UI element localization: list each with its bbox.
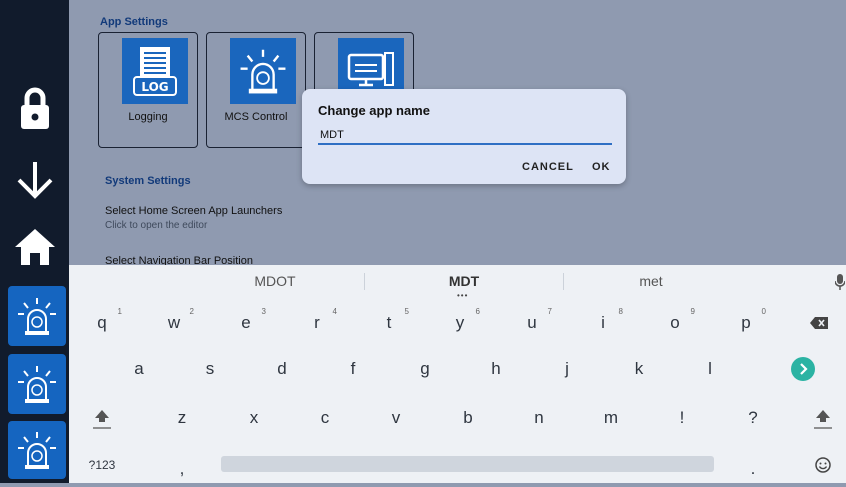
key-hint: 7 bbox=[547, 307, 552, 316]
suggestion-item-selected[interactable]: MDT bbox=[404, 273, 524, 289]
space-bar[interactable] bbox=[221, 456, 714, 472]
key-hint: 8 bbox=[618, 307, 623, 316]
siren-icon[interactable] bbox=[8, 286, 66, 346]
log-icon: LOG bbox=[122, 38, 188, 104]
key-s[interactable]: s bbox=[180, 351, 240, 387]
comma-key[interactable]: , bbox=[152, 451, 212, 487]
key-hint: 4 bbox=[332, 307, 337, 316]
key-x[interactable]: x bbox=[224, 400, 284, 436]
key-hint: 2 bbox=[189, 307, 194, 316]
key-o[interactable]: o9 bbox=[645, 305, 705, 341]
suggestion-divider bbox=[364, 273, 365, 290]
key-hint: 9 bbox=[690, 307, 695, 316]
key-g[interactable]: g bbox=[395, 351, 455, 387]
key-b[interactable]: b bbox=[438, 400, 498, 436]
key-j[interactable]: j bbox=[537, 351, 597, 387]
key-letter: o bbox=[670, 313, 680, 332]
backspace-key[interactable] bbox=[789, 305, 846, 341]
go-arrow-icon bbox=[791, 357, 815, 381]
tile-label: MCS Control bbox=[224, 111, 288, 123]
app-name-input[interactable] bbox=[318, 127, 612, 145]
home-launchers-setting[interactable]: Select Home Screen App Launchers bbox=[105, 205, 282, 217]
key-d[interactable]: d bbox=[252, 351, 312, 387]
key-hint: 5 bbox=[404, 307, 409, 316]
key-y[interactable]: y6 bbox=[430, 305, 490, 341]
key-c[interactable]: c bbox=[295, 400, 355, 436]
key-hint: 6 bbox=[475, 307, 480, 316]
microphone-icon[interactable] bbox=[834, 274, 846, 295]
key-i[interactable]: i8 bbox=[573, 305, 633, 341]
mcs-control-tile[interactable]: MCS Control bbox=[206, 32, 306, 148]
key-letter: r bbox=[314, 313, 320, 332]
lock-icon[interactable] bbox=[0, 84, 69, 134]
symbols-key[interactable]: ?123 bbox=[72, 447, 132, 483]
siren-icon bbox=[230, 38, 296, 104]
backspace-icon bbox=[810, 317, 828, 329]
home-icon[interactable] bbox=[0, 222, 69, 272]
key-h[interactable]: h bbox=[466, 351, 526, 387]
navigation-sidebar bbox=[0, 0, 69, 483]
emoji-icon bbox=[815, 457, 831, 473]
shift-icon bbox=[93, 410, 111, 429]
key-letter: q bbox=[97, 313, 107, 332]
app-settings-heading: App Settings bbox=[100, 16, 168, 28]
siren-icon[interactable] bbox=[8, 354, 66, 414]
key-letter: y bbox=[455, 313, 465, 332]
suggestion-item[interactable]: MDOT bbox=[215, 273, 335, 289]
key-k[interactable]: k bbox=[609, 351, 669, 387]
key-u[interactable]: u7 bbox=[502, 305, 562, 341]
logging-tile[interactable]: LOG Logging bbox=[98, 32, 198, 148]
key-r[interactable]: r4 bbox=[287, 305, 347, 341]
key-l[interactable]: l bbox=[680, 351, 740, 387]
enter-key[interactable] bbox=[773, 351, 833, 387]
key-f[interactable]: f bbox=[323, 351, 383, 387]
suggestion-item[interactable]: met bbox=[591, 273, 711, 289]
key-hint: 3 bbox=[261, 307, 266, 316]
shift-icon bbox=[814, 410, 832, 429]
svg-text:LOG: LOG bbox=[141, 80, 168, 94]
key-e[interactable]: e3 bbox=[216, 305, 276, 341]
on-screen-keyboard: MDOT MDT ••• met q1 w2 e3 r4 t5 y6 u7 i8… bbox=[69, 265, 846, 483]
key-question[interactable]: ? bbox=[723, 400, 783, 436]
key-letter: w bbox=[167, 313, 181, 332]
key-letter: e bbox=[241, 313, 251, 332]
key-exclamation[interactable]: ! bbox=[652, 400, 712, 436]
cancel-button[interactable]: CANCEL bbox=[522, 161, 574, 173]
key-letter: i bbox=[601, 313, 605, 332]
key-hint: 0 bbox=[761, 307, 766, 316]
shift-key[interactable] bbox=[72, 400, 132, 436]
shift-key-right[interactable] bbox=[793, 400, 846, 436]
tile-label: Logging bbox=[128, 111, 168, 123]
arrow-down-icon[interactable] bbox=[0, 155, 69, 205]
siren-icon[interactable] bbox=[8, 421, 66, 479]
key-w[interactable]: w2 bbox=[144, 305, 204, 341]
key-n[interactable]: n bbox=[509, 400, 569, 436]
dialog-title: Change app name bbox=[318, 103, 430, 118]
key-m[interactable]: m bbox=[581, 400, 641, 436]
key-letter: t bbox=[386, 313, 392, 332]
suggestion-more-dots: ••• bbox=[457, 291, 469, 300]
ok-button[interactable]: OK bbox=[592, 161, 611, 173]
home-launchers-subtitle: Click to open the editor bbox=[105, 220, 208, 231]
key-t[interactable]: t5 bbox=[359, 305, 419, 341]
key-z[interactable]: z bbox=[152, 400, 212, 436]
key-p[interactable]: p0 bbox=[716, 305, 776, 341]
period-key[interactable]: . bbox=[723, 451, 783, 487]
suggestion-divider bbox=[563, 273, 564, 290]
key-a[interactable]: a bbox=[109, 351, 169, 387]
system-settings-heading: System Settings bbox=[105, 175, 191, 187]
key-v[interactable]: v bbox=[366, 400, 426, 436]
key-q[interactable]: q1 bbox=[72, 305, 132, 341]
key-letter: u bbox=[527, 313, 537, 332]
key-letter: p bbox=[741, 313, 751, 332]
emoji-key[interactable] bbox=[793, 447, 846, 483]
change-app-name-dialog: Change app name CANCEL OK bbox=[302, 89, 626, 184]
key-hint: 1 bbox=[117, 307, 122, 316]
